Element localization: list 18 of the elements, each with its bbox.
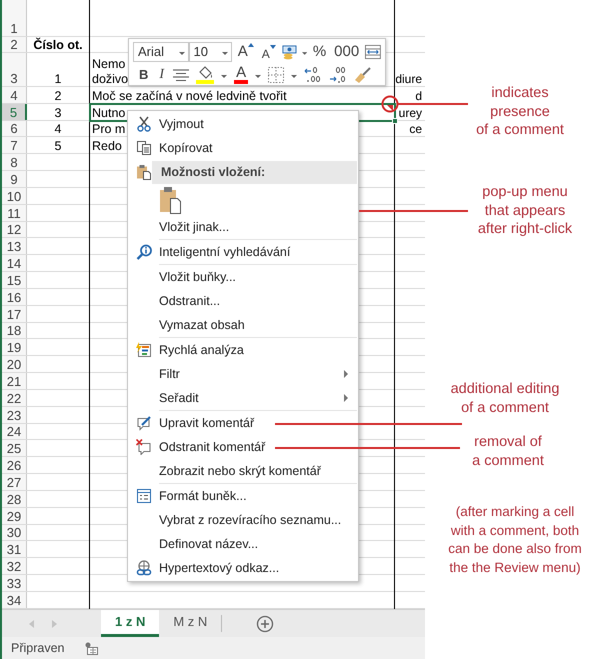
table-cell-text: diure <box>395 71 423 87</box>
table-cell-text: d <box>414 88 423 104</box>
table-cell-text: ce <box>408 121 423 138</box>
table-cell: 4 <box>27 120 90 138</box>
table-cell: 5 <box>27 137 90 154</box>
annotation-text: (after marking a cell with a comment, both can be done also from the the Review menu) <box>447 503 583 577</box>
table-cell: 3 <box>27 104 90 121</box>
table-cell: 1 <box>27 53 90 87</box>
section-header: Možnosti vložení: <box>152 160 357 184</box>
table-cell: 2 <box>27 87 90 104</box>
annotation-text: removal of a comment <box>471 433 545 470</box>
annotation-text: pop-up menu that appears after right-click <box>476 183 574 238</box>
table-cell: Číslo ot. <box>27 37 90 53</box>
annotation-text: indicates presence of a comment <box>475 84 565 140</box>
table-cell: Moč se začíná v nové ledvině tvořit <box>90 87 395 104</box>
annotation-text: additional editing of a comment <box>450 380 560 417</box>
table-cell-text: urey <box>398 104 423 121</box>
status-text: Připraven <box>11 640 64 657</box>
